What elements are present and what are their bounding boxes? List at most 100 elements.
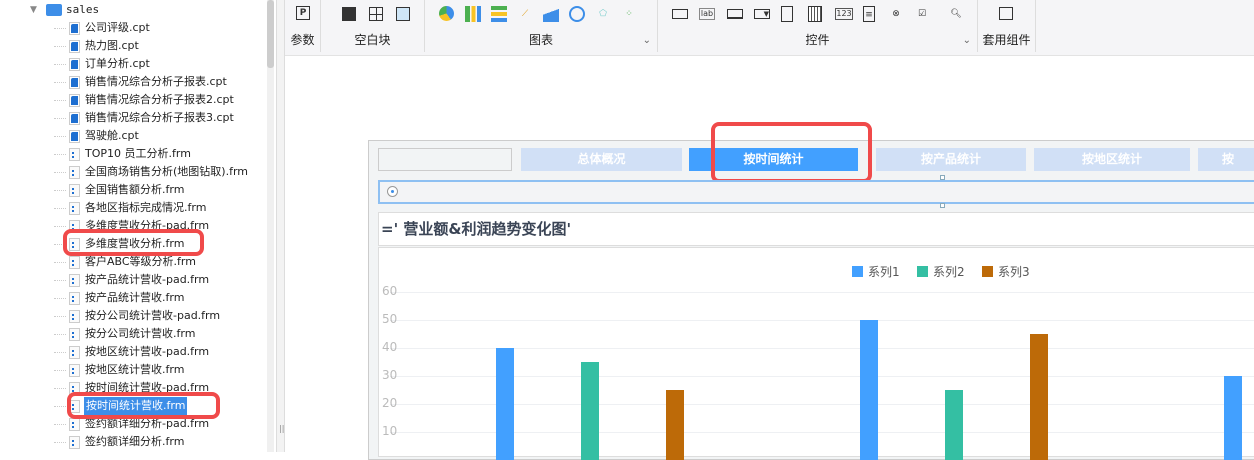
tab-overview[interactable]: 总体概况 <box>521 148 682 171</box>
resize-handle[interactable] <box>940 175 945 180</box>
tree-item[interactable]: 公司评级.cpt <box>0 19 276 37</box>
tree-item-label: 各地区指标完成情况.frm <box>85 201 207 214</box>
tree-item-label: 销售情况综合分析子报表2.cpt <box>85 93 234 106</box>
radio-group-icon[interactable]: ⊗ <box>888 6 904 22</box>
tree-item-label: 按产品统计营收-pad.frm <box>85 273 210 286</box>
chevron-down-icon[interactable]: ⌄ <box>963 35 971 46</box>
tree-item[interactable]: 驾驶舱.cpt <box>0 127 276 145</box>
bar-chart-icon[interactable] <box>465 6 481 22</box>
gridline <box>390 292 1254 293</box>
list-widget-icon[interactable] <box>781 6 793 22</box>
scatter-chart-icon[interactable]: ⁘ <box>621 6 637 22</box>
highlight-box-tree-2 <box>67 392 220 419</box>
cpt-file-icon <box>69 112 80 125</box>
legend-item: 系列1 <box>852 265 900 279</box>
button-widget-icon[interactable] <box>727 9 743 19</box>
tree-line <box>54 370 66 371</box>
param-icon[interactable]: P <box>296 6 310 20</box>
tree-item-label: 按地区统计营收.frm <box>85 363 185 376</box>
chevron-down-icon[interactable]: ⌄ <box>643 35 651 46</box>
y-tick-label: 50 <box>382 312 398 326</box>
tree-item[interactable]: 全国销售额分析.frm <box>0 181 276 199</box>
legend-swatch <box>982 266 993 277</box>
gridline <box>390 432 1254 433</box>
tree-line <box>54 352 66 353</box>
frm-file-icon <box>69 184 80 197</box>
checkbox-group-icon[interactable]: ☑ <box>914 6 930 22</box>
gauge-chart-icon[interactable] <box>569 6 585 22</box>
tree-item[interactable]: 各地区指标完成情况.frm <box>0 199 276 217</box>
frm-file-icon <box>69 256 80 269</box>
tree-item[interactable]: 按地区统计营收.frm <box>0 361 276 379</box>
tree-item[interactable]: 全国商场销售分析(地图钻取).frm <box>0 163 276 181</box>
tree-line <box>54 64 66 65</box>
blank-cell[interactable] <box>378 148 512 171</box>
tree-item-label: 按产品统计营收.frm <box>85 291 185 304</box>
tree-item-label: 全国销售额分析.frm <box>85 183 185 196</box>
line-chart-icon[interactable]: ⟋ <box>517 6 533 22</box>
gridline <box>390 348 1254 349</box>
horizontal-bar-icon[interactable] <box>491 6 507 22</box>
bar-系列1 <box>860 320 878 460</box>
panel-splitter[interactable]: || <box>276 0 285 452</box>
tree-widget-icon[interactable]: ≡ <box>863 6 875 22</box>
group-label: 控件 <box>805 33 830 47</box>
legend-swatch <box>917 266 928 277</box>
cpt-file-icon <box>69 40 80 53</box>
tree-line <box>54 298 66 299</box>
radio-icon[interactable] <box>387 186 398 197</box>
y-tick-label: 60 <box>382 284 398 298</box>
tree-item[interactable]: 热力图.cpt <box>0 37 276 55</box>
tree-item[interactable]: TOP10 员工分析.frm <box>0 145 276 163</box>
tree-item[interactable]: 销售情况综合分析子报表3.cpt <box>0 109 276 127</box>
query-button-icon[interactable]: 🔍︎ <box>948 6 964 22</box>
tree-item[interactable]: 按分公司统计营收-pad.frm <box>0 307 276 325</box>
tree-item[interactable]: 签约额详细分析.frm <box>0 433 276 451</box>
y-tick-label: 10 <box>382 424 398 438</box>
gridline <box>390 404 1254 405</box>
tab-more[interactable]: 按 <box>1198 148 1254 171</box>
cpt-file-icon <box>69 22 80 35</box>
tab-by-region[interactable]: 按地区统计 <box>1034 148 1190 171</box>
group-chart: ⟋ ⬠ ⁘ 图表 ⌄ <box>425 0 658 52</box>
tree-line <box>54 154 66 155</box>
area-chart-icon[interactable] <box>543 6 559 22</box>
folder-label: sales <box>66 3 100 16</box>
text-field-icon[interactable] <box>672 9 688 19</box>
radio-button-widget[interactable] <box>378 180 1254 204</box>
tree-line <box>54 334 66 335</box>
tree-folder-sales[interactable]: ▼ sales <box>0 1 276 19</box>
legend-item: 系列2 <box>917 265 965 279</box>
resize-handle[interactable] <box>940 203 945 208</box>
tree-item[interactable]: 销售情况综合分析子报表.cpt <box>0 73 276 91</box>
group-widget: lab ▼ 123 ≡ ⊗ ☑ 🔍︎ 控件 ⌄ <box>658 0 978 52</box>
tree-scrollbar-thumb[interactable] <box>267 0 274 68</box>
tree-line <box>54 46 66 47</box>
frm-file-icon <box>69 328 80 341</box>
pie-chart-icon[interactable] <box>439 6 454 21</box>
tree-line <box>54 100 66 101</box>
tree-item[interactable]: 销售情况综合分析子报表2.cpt <box>0 91 276 109</box>
tab-layout-icon[interactable] <box>396 7 410 21</box>
template-component-icon[interactable] <box>999 7 1013 20</box>
bar-系列1 <box>496 348 514 460</box>
tree-item[interactable]: 按地区统计营收-pad.frm <box>0 343 276 361</box>
tree-item[interactable]: 订单分析.cpt <box>0 55 276 73</box>
bar-系列2 <box>945 390 963 460</box>
absolute-layout-icon[interactable] <box>342 7 356 21</box>
frm-file-icon <box>69 346 80 359</box>
radar-chart-icon[interactable]: ⬠ <box>595 6 611 22</box>
tree-item[interactable]: 按产品统计营收.frm <box>0 289 276 307</box>
dropdown-widget-icon[interactable]: ▼ <box>754 9 770 19</box>
tree-line <box>54 28 66 29</box>
tab-by-product[interactable]: 按产品统计 <box>876 148 1026 171</box>
collapse-arrow-icon[interactable]: ▼ <box>30 1 37 19</box>
label-icon[interactable]: lab <box>699 8 715 20</box>
group-label: 套用组件 <box>982 33 1031 47</box>
grid-layout-icon[interactable] <box>369 7 383 21</box>
tree-line <box>54 82 66 83</box>
number-widget-icon[interactable]: 123 <box>835 8 853 20</box>
date-widget-icon[interactable] <box>808 6 822 22</box>
tree-item[interactable]: 按产品统计营收-pad.frm <box>0 271 276 289</box>
tree-item[interactable]: 按分公司统计营收.frm <box>0 325 276 343</box>
